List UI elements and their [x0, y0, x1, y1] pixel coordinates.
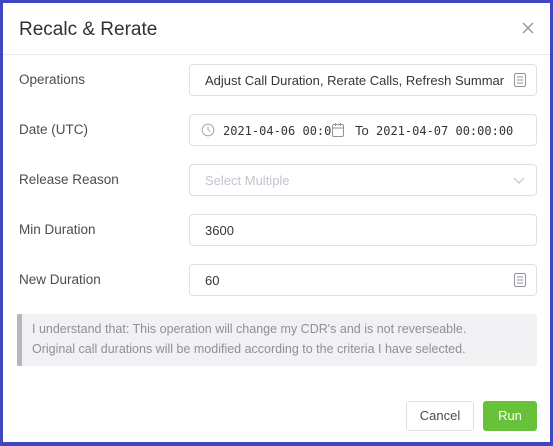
date-range-field[interactable]: 2021-04-06 00:00:00 To 2021-04-07 00:00:… — [189, 114, 537, 146]
chevron-down-icon[interactable] — [512, 174, 526, 188]
close-icon[interactable] — [519, 19, 537, 37]
operations-value: Adjust Call Duration, Rerate Calls, Refr… — [205, 73, 505, 88]
new-duration-value: 60 — [205, 273, 220, 288]
date-label: Date (UTC) — [19, 122, 89, 137]
notice-line-1: I understand that: This operation will c… — [32, 322, 467, 336]
release-reason-placeholder: Select Multiple — [205, 173, 290, 188]
release-reason-select[interactable]: Select Multiple — [189, 164, 537, 196]
run-button[interactable]: Run — [483, 401, 537, 431]
min-duration-value: 3600 — [205, 223, 234, 238]
dialog-title: Recalc & Rerate — [19, 19, 158, 40]
recalc-rerate-dialog: Recalc & Rerate Operations Adjust Call D… — [3, 3, 550, 442]
operations-label: Operations — [19, 72, 86, 87]
date-to-input[interactable]: 2021-04-07 00:00:00 — [376, 123, 526, 139]
min-duration-input[interactable]: 3600 — [189, 214, 537, 246]
notice-line-2: Original call durations will be modified… — [32, 342, 466, 356]
clock-icon — [201, 123, 215, 137]
min-duration-label: Min Duration — [19, 222, 96, 237]
operations-field[interactable]: Adjust Call Duration, Rerate Calls, Refr… — [189, 64, 537, 96]
new-duration-label: New Duration — [19, 272, 101, 287]
cancel-button[interactable]: Cancel — [406, 401, 474, 431]
release-reason-label: Release Reason — [19, 172, 119, 187]
list-icon[interactable] — [514, 273, 526, 287]
dialog-header: Recalc & Rerate — [3, 3, 550, 55]
date-range-separator: To — [355, 123, 369, 138]
calendar-icon[interactable] — [332, 123, 344, 137]
date-from-input[interactable]: 2021-04-06 00:00:00 — [223, 123, 345, 139]
new-duration-input[interactable]: 60 — [189, 264, 537, 296]
list-icon[interactable] — [514, 73, 526, 87]
